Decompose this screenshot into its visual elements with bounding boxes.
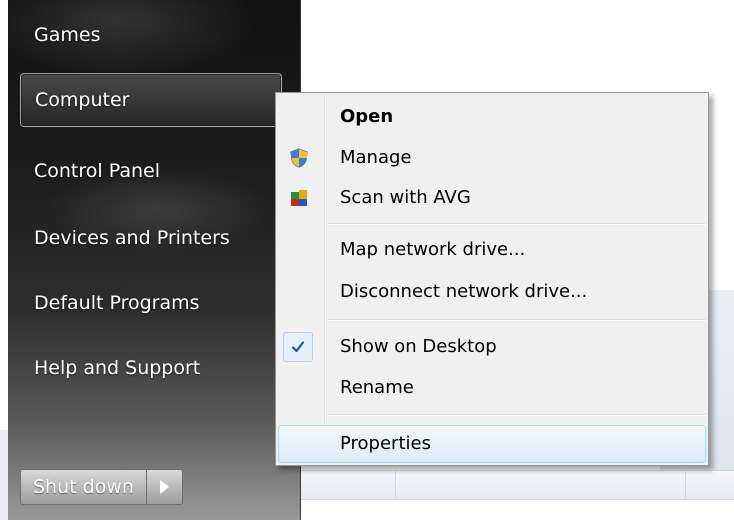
- start-item-label: Control Panel: [34, 160, 160, 182]
- context-item-show-on-desktop[interactable]: Show on Desktop: [278, 328, 706, 366]
- context-item-map-network-drive[interactable]: Map network drive...: [278, 231, 706, 269]
- start-item-games[interactable]: Games: [20, 8, 282, 62]
- context-menu-separator: [327, 414, 706, 416]
- context-item-label: Scan with AVG: [340, 187, 471, 208]
- context-menu: Open Manage Scan with AVG Map network dr…: [275, 92, 709, 466]
- start-item-devices-and-printers[interactable]: Devices and Printers: [20, 211, 282, 265]
- context-item-label: Map network drive...: [340, 239, 526, 260]
- avg-icon: [291, 190, 307, 206]
- start-item-control-panel[interactable]: Control Panel: [20, 144, 282, 198]
- context-menu-separator: [327, 223, 706, 225]
- checkmark-box: [283, 332, 313, 362]
- context-item-label: Show on Desktop: [340, 336, 497, 357]
- start-item-help-and-support[interactable]: Help and Support: [20, 341, 282, 395]
- context-item-label: Properties: [340, 433, 431, 454]
- context-item-properties[interactable]: Properties: [278, 425, 706, 463]
- start-item-label: Devices and Printers: [34, 227, 230, 249]
- background-header-bar: [290, 470, 734, 500]
- context-item-disconnect-network-drive[interactable]: Disconnect network drive...: [278, 273, 706, 311]
- checkmark-icon: [291, 341, 305, 353]
- context-item-label: Disconnect network drive...: [340, 281, 588, 302]
- start-item-computer[interactable]: Computer: [20, 73, 282, 127]
- shutdown-options-button[interactable]: [146, 469, 183, 505]
- shutdown-group: Shut down: [20, 469, 183, 505]
- context-item-label: Open: [340, 106, 394, 127]
- context-item-open[interactable]: Open: [278, 98, 706, 136]
- shutdown-label: Shut down: [33, 476, 134, 498]
- context-item-label: Manage: [340, 147, 412, 168]
- context-item-rename[interactable]: Rename: [278, 369, 706, 407]
- start-item-label: Computer: [35, 89, 130, 111]
- start-item-default-programs[interactable]: Default Programs: [20, 276, 282, 330]
- arrow-right-icon: [159, 480, 169, 494]
- start-item-label: Default Programs: [34, 292, 200, 314]
- start-item-label: Games: [34, 24, 101, 46]
- context-menu-separator: [327, 319, 706, 321]
- start-menu-right-pane: Games Computer Control Panel Devices and…: [8, 0, 301, 520]
- start-item-label: Help and Support: [34, 357, 201, 379]
- shutdown-button[interactable]: Shut down: [20, 469, 147, 505]
- context-item-label: Rename: [340, 377, 414, 398]
- context-item-scan-with-avg[interactable]: Scan with AVG: [278, 179, 706, 217]
- context-item-manage[interactable]: Manage: [278, 139, 706, 177]
- shield-icon: [290, 148, 308, 168]
